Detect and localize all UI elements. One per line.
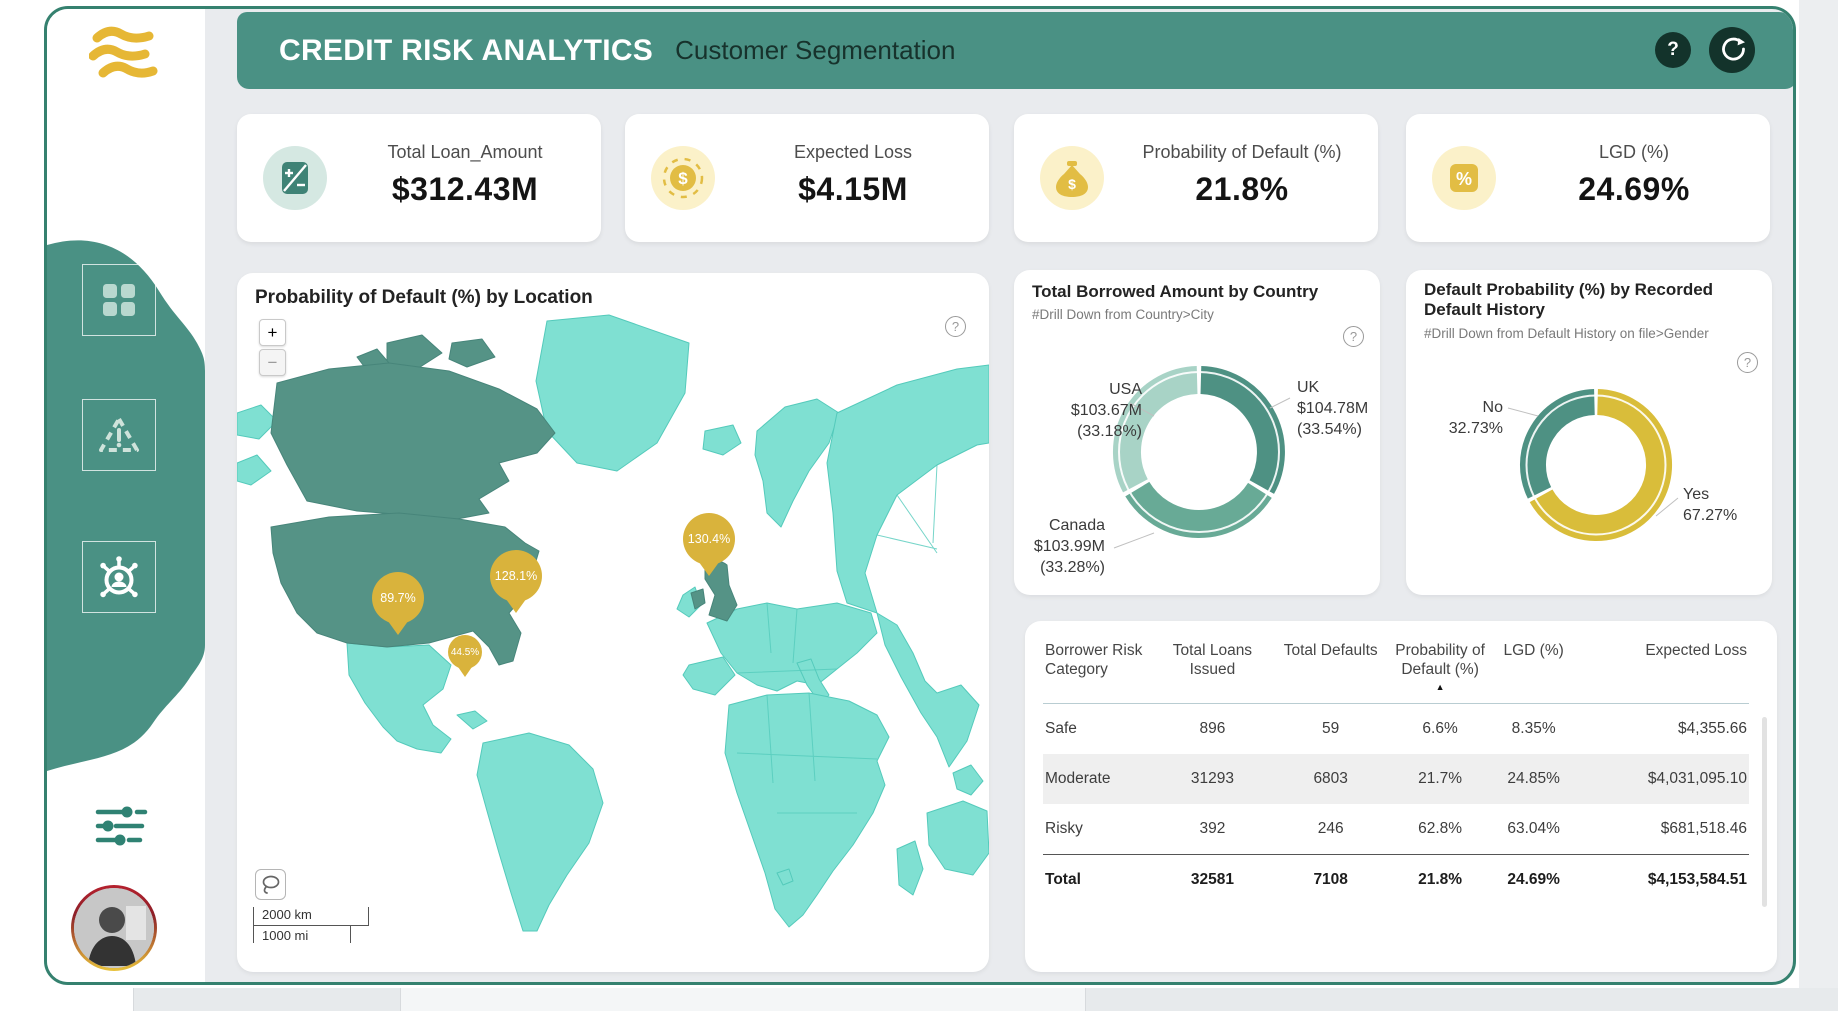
donut-default-subtitle: #Drill Down from Default History on file… [1424,326,1709,341]
map-scale: 2000 km 1000 mi [253,907,369,943]
refresh-button[interactable] [1709,27,1755,73]
kpi-title: Total Loan_Amount [343,142,587,163]
donut-label-yes: Yes67.27% [1683,485,1737,527]
sidebar-item-risk[interactable] [82,399,156,471]
risk-table-panel: Borrower Risk Category Total Loans Issue… [1025,621,1777,972]
table-scrollbar[interactable] [1762,717,1767,907]
avatar-photo [74,888,154,968]
help-button[interactable]: ? [1655,32,1691,68]
map-pin-uk[interactable]: 130.4% [683,513,735,576]
page-footer-strip [0,988,1838,1011]
donut-label-canada: Canada$103.99M(33.28%) [1034,516,1105,578]
table-row-risky[interactable]: Risky392 24662.8% 63.04%$681,518.46 [1043,804,1749,855]
map-scale-km: 2000 km [253,907,369,926]
kpi-card-probability-default: $ Probability of Default (%) 21.8% [1014,114,1378,242]
user-avatar[interactable] [71,885,157,971]
kpi-title: Probability of Default (%) [1120,142,1364,163]
sliders-icon [95,803,151,849]
percent-icon: % [1432,146,1496,210]
warning-triangle-icon [95,413,143,457]
svg-text:%: % [1456,169,1472,189]
kpi-card-expected-loss: $ Expected Loss $4.15M [625,114,989,242]
kpi-value: $4.15M [731,171,975,208]
donut-country-title: Total Borrowed Amount by Country [1032,282,1318,302]
sidebar-item-overview[interactable] [82,264,156,336]
table-row-total[interactable]: Total32581 710821.8% 24.69%$4,153,584.51 [1043,855,1749,906]
table-header-row: Borrower Risk Category Total Loans Issue… [1043,633,1749,704]
screenshot-root: CREDIT RISK ANALYTICS Customer Segmentat… [0,0,1838,1011]
kpi-card-lgd: % LGD (%) 24.69% [1406,114,1770,242]
calculator-icon [263,146,327,210]
money-bag-icon: $ [1040,146,1104,210]
lasso-icon [260,874,282,896]
brand-logo-icon [89,25,161,87]
table-row-safe[interactable]: Safe896 596.6% 8.35%$4,355.66 [1043,704,1749,755]
map-title: Probability of Default (%) by Location [255,287,593,309]
risk-table: Borrower Risk Category Total Loans Issue… [1043,633,1749,905]
map-pin-south-us[interactable]: 44.5% [448,635,482,677]
kpi-value: 24.69% [1512,171,1756,208]
col-header-pod[interactable]: Probability of Default (%) ▲ [1385,633,1494,704]
donut-default-title: Default Probability (%) by Recorded Defa… [1424,280,1754,320]
col-header-expected-loss[interactable]: Expected Loss [1572,633,1749,704]
kpi-title: LGD (%) [1512,142,1756,163]
svg-text:$: $ [678,169,688,188]
dashboard-container: CREDIT RISK ANALYTICS Customer Segmentat… [44,6,1796,985]
donut-segment-uk[interactable] [1201,380,1271,487]
refresh-icon [1719,37,1746,64]
map-scale-mi: 1000 mi [253,926,351,943]
col-header-defaults[interactable]: Total Defaults [1276,633,1385,704]
filters-button[interactable] [95,803,153,849]
donut-panel-country: Total Borrowed Amount by Country #Drill … [1014,270,1380,595]
help-icon: ? [1667,39,1679,61]
map-panel: Probability of Default (%) by Location ?… [237,273,989,972]
donut-label-usa: USA$103.67M(33.18%) [1071,380,1142,442]
kpi-value: $312.43M [343,171,587,208]
sort-ascending-icon: ▲ [1387,682,1492,693]
page-subtitle: Customer Segmentation [675,35,955,66]
donut-country-subtitle: #Drill Down from Country>City [1032,307,1214,322]
app-header: CREDIT RISK ANALYTICS Customer Segmentat… [237,12,1796,89]
sidebar-item-customer-segmentation[interactable] [82,541,156,613]
kpi-value: 21.8% [1120,171,1364,208]
svg-text:$: $ [1068,176,1076,192]
page-title: CREDIT RISK ANALYTICS [279,34,653,68]
col-header-lgd[interactable]: LGD (%) [1495,633,1573,704]
table-row-moderate[interactable]: Moderate31293 680321.7% 24.85%$4,031,095… [1043,754,1749,804]
page-background-right [1799,0,1838,988]
donut-segment-no[interactable] [1533,402,1594,493]
map-pin-west-us[interactable]: 89.7% [372,572,424,635]
sidebar [47,9,205,982]
customer-network-icon [96,554,142,600]
dollar-coin-icon: $ [651,146,715,210]
donut-label-no: No32.73% [1449,398,1503,440]
world-map[interactable] [237,313,989,933]
grid-icon [99,280,139,320]
col-header-loans[interactable]: Total Loans Issued [1149,633,1276,704]
donut-country-help-icon[interactable]: ? [1343,326,1364,347]
kpi-card-total-loan: Total Loan_Amount $312.43M [237,114,601,242]
map-pin-east-us[interactable]: 128.1% [490,550,542,613]
donut-panel-default-history: Default Probability (%) by Recorded Defa… [1406,270,1772,595]
donut-label-uk: UK$104.78M(33.54%) [1297,378,1368,440]
kpi-title: Expected Loss [731,142,975,163]
lasso-select-button[interactable] [255,869,286,900]
col-header-category[interactable]: Borrower Risk Category [1043,633,1149,704]
